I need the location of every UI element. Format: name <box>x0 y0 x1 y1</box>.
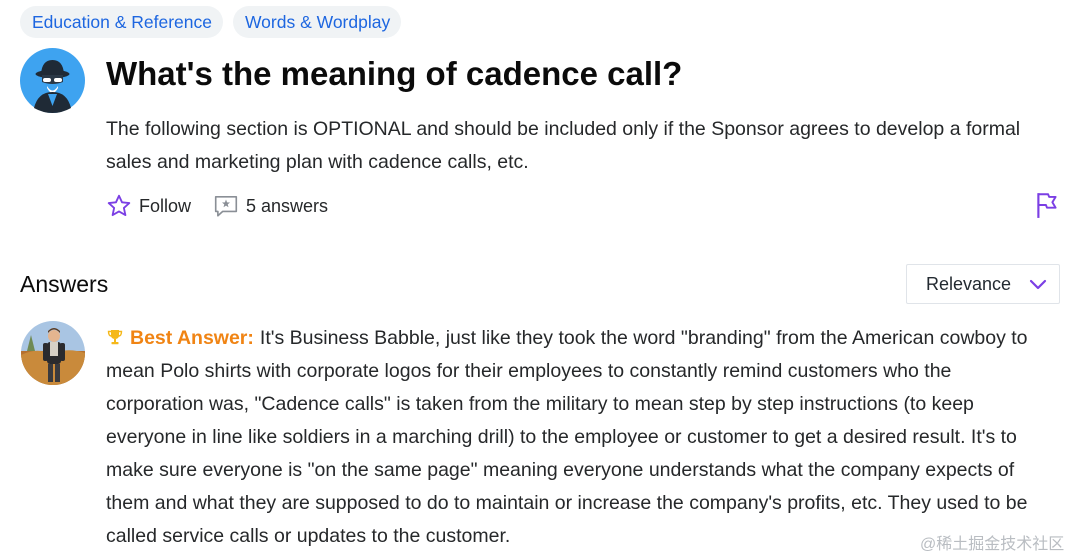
trophy-icon <box>107 330 123 345</box>
sort-selected-value: Relevance <box>926 273 1012 294</box>
answers-count-label: 5 answers <box>246 195 329 216</box>
question-actions: Follow 5 answers <box>106 193 328 219</box>
star-outline-icon <box>107 194 131 217</box>
flag-icon <box>1037 193 1057 218</box>
answerer-avatar[interactable] <box>21 321 85 385</box>
best-answer-label: Best Answer: <box>130 327 254 349</box>
speech-bubble-star-icon <box>214 195 238 217</box>
category-tags: Education & Reference Words & Wordplay <box>20 6 402 38</box>
tag-education-reference[interactable]: Education & Reference <box>20 6 223 38</box>
best-answer-text: It's Business Babble, just like they too… <box>106 327 1028 547</box>
best-answer: Best Answer: It's Business Babble, just l… <box>106 322 1051 553</box>
question-title: What's the meaning of cadence call? <box>106 55 683 92</box>
asker-avatar[interactable] <box>20 48 85 113</box>
answers-heading: Answers <box>20 271 109 297</box>
question-detail: The following section is OPTIONAL and sh… <box>106 118 1021 173</box>
report-flag-button[interactable] <box>1034 191 1060 224</box>
follow-button[interactable]: Follow <box>106 193 191 219</box>
sort-dropdown[interactable]: Relevance <box>906 264 1060 304</box>
watermark: @稀土掘金技术社区 <box>920 530 1065 554</box>
tag-words-wordplay[interactable]: Words & Wordplay <box>232 6 402 38</box>
follow-label: Follow <box>139 195 192 216</box>
chevron-down-icon <box>1029 279 1047 290</box>
answers-count[interactable]: 5 answers <box>213 193 328 219</box>
